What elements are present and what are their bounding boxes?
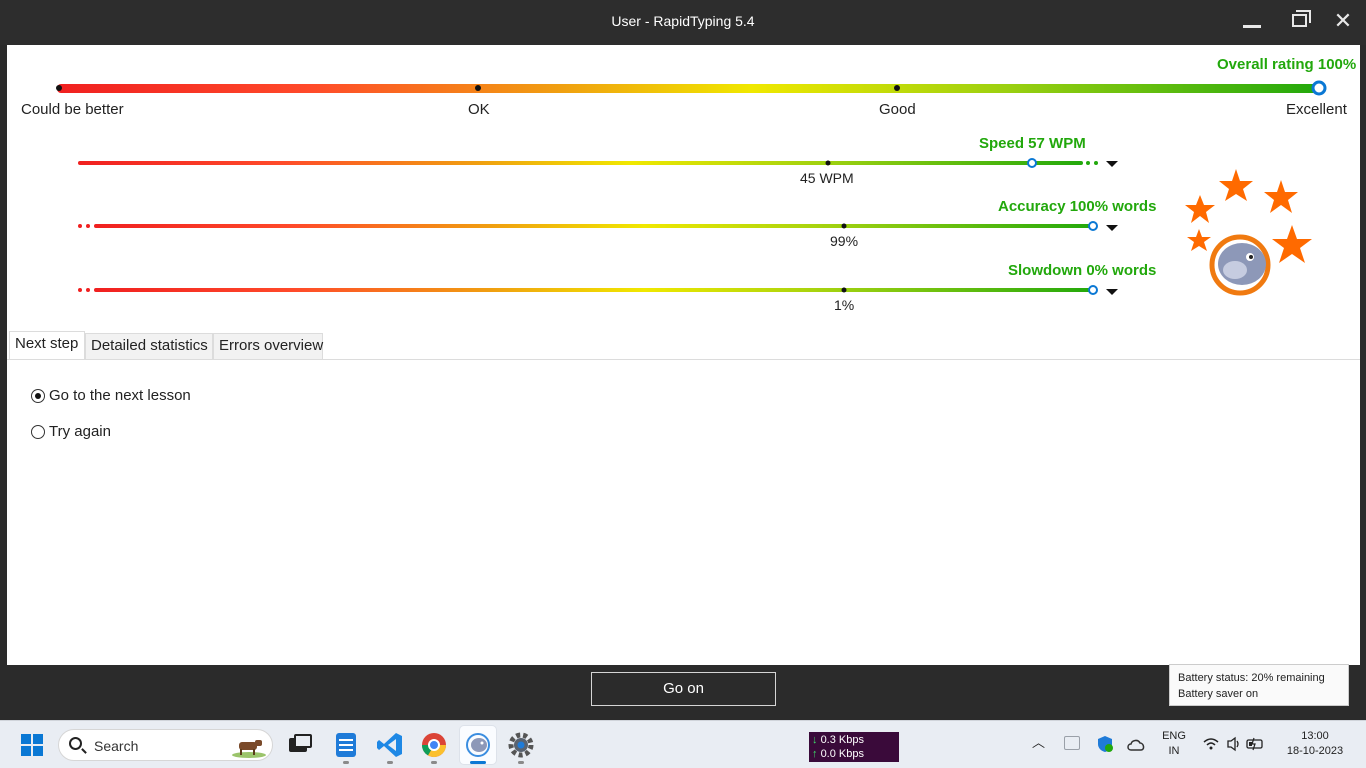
windows-logo-icon xyxy=(21,734,31,744)
chrome-running-indicator xyxy=(431,761,437,764)
rapidtyping-active-indicator xyxy=(470,761,486,764)
speed-dropdown-icon xyxy=(1106,161,1118,167)
accuracy-dropdown-icon xyxy=(1106,225,1118,231)
maximize-button[interactable] xyxy=(1285,6,1315,36)
rating-stars-mascot xyxy=(1185,169,1312,296)
slowdown-marker-label: 1% xyxy=(834,297,855,313)
notepad-running-indicator xyxy=(343,761,349,764)
clock-time: 13:00 xyxy=(1301,730,1329,742)
overall-rating-label: Overall rating 100% xyxy=(1217,56,1357,73)
scale-label-excellent: Excellent xyxy=(1286,101,1347,118)
rating-gauges xyxy=(56,80,1327,295)
slowdown-label: Slowdown 0% words xyxy=(1008,262,1157,279)
speed-marker xyxy=(1027,158,1037,168)
go-on-button[interactable]: Go on xyxy=(591,672,776,706)
scale-label-could-be-better: Could be better xyxy=(21,101,124,118)
quick-settings-icons[interactable] xyxy=(1202,736,1266,752)
speed-label: Speed 57 WPM xyxy=(979,135,1086,152)
scale-label-ok: OK xyxy=(468,101,490,118)
defender-shield-icon[interactable] xyxy=(1096,735,1114,753)
settings-gear-icon[interactable] xyxy=(507,731,535,759)
cow-illustration-icon xyxy=(232,740,266,758)
notification-tray-icon[interactable] xyxy=(1064,736,1080,750)
slowdown-marker xyxy=(1088,285,1098,295)
upload-arrow-icon: ↑ xyxy=(812,748,818,760)
radio-next-lesson[interactable] xyxy=(31,388,45,403)
taskbar-search[interactable]: Search xyxy=(58,729,273,761)
notepad-icon[interactable] xyxy=(332,731,360,759)
battery-status-text: Battery status: 20% remaining xyxy=(1178,672,1325,684)
slowdown-bar xyxy=(78,285,1118,295)
search-label: Search xyxy=(94,738,139,754)
tab-detailed-statistics[interactable]: Detailed statistics xyxy=(85,333,213,360)
option-try-again-label: Try again xyxy=(49,423,111,440)
overall-rating-bar xyxy=(56,80,1327,96)
chrome-icon[interactable] xyxy=(420,731,448,759)
close-button[interactable]: ✕ xyxy=(1328,6,1358,36)
network-speed-widget: ↓ 0.3 Kbps ↑ 0.0 Kbps xyxy=(809,732,899,762)
language-region: IN xyxy=(1168,745,1180,757)
settings-running-indicator xyxy=(518,761,524,764)
start-button[interactable] xyxy=(21,734,43,756)
show-hidden-icons-chevron-icon[interactable]: ︿ xyxy=(1032,735,1045,750)
net-down-value: 0.3 Kbps xyxy=(820,734,864,746)
onedrive-cloud-icon[interactable] xyxy=(1126,737,1146,751)
dolphin-mascot-icon xyxy=(1209,234,1271,296)
battery-tooltip: Battery status: 20% remaining Battery sa… xyxy=(1169,664,1349,706)
vscode-icon[interactable] xyxy=(376,731,404,759)
volume-icon xyxy=(1227,736,1239,752)
accuracy-marker-label: 99% xyxy=(830,233,859,249)
minimize-button[interactable] xyxy=(1237,6,1267,36)
clock-date: 18-10-2023 xyxy=(1286,745,1344,757)
option-next-lesson[interactable]: Go to the next lesson xyxy=(31,387,191,404)
battery-icon xyxy=(1246,737,1263,751)
search-icon xyxy=(69,737,82,750)
task-view-icon[interactable] xyxy=(286,731,314,759)
slowdown-dropdown-icon xyxy=(1106,289,1118,295)
wifi-icon xyxy=(1203,738,1219,750)
overall-rating-marker xyxy=(1311,80,1327,96)
rapidtyping-icon[interactable] xyxy=(464,731,492,759)
scale-label-good: Good xyxy=(879,101,916,118)
option-try-again[interactable]: Try again xyxy=(31,423,111,440)
clock[interactable]: 13:00 18-10-2023 xyxy=(1280,729,1350,759)
language-code: ENG xyxy=(1162,730,1186,742)
download-arrow-icon: ↓ xyxy=(812,734,818,746)
radio-try-again[interactable] xyxy=(31,424,45,439)
language-indicator[interactable]: ENG IN xyxy=(1160,729,1188,759)
tab-divider xyxy=(7,359,1360,360)
tab-errors-overview[interactable]: Errors overview xyxy=(213,333,323,360)
window-title: User - RapidTyping 5.4 xyxy=(611,13,755,29)
accuracy-marker xyxy=(1088,221,1098,231)
tab-next-step[interactable]: Next step xyxy=(9,331,85,359)
option-next-lesson-label: Go to the next lesson xyxy=(49,387,191,404)
results-panel: Overall rating 100% Could be better OK G… xyxy=(7,45,1360,665)
accuracy-label: Accuracy 100% words xyxy=(998,198,1157,215)
net-up-value: 0.0 Kbps xyxy=(820,748,864,760)
battery-saver-text: Battery saver on xyxy=(1178,688,1259,700)
speed-bar xyxy=(78,158,1118,168)
title-bar: User - RapidTyping 5.4 ✕ xyxy=(0,0,1366,45)
accuracy-bar xyxy=(78,221,1118,231)
speed-marker-label: 45 WPM xyxy=(800,170,854,186)
vscode-running-indicator xyxy=(387,761,393,764)
